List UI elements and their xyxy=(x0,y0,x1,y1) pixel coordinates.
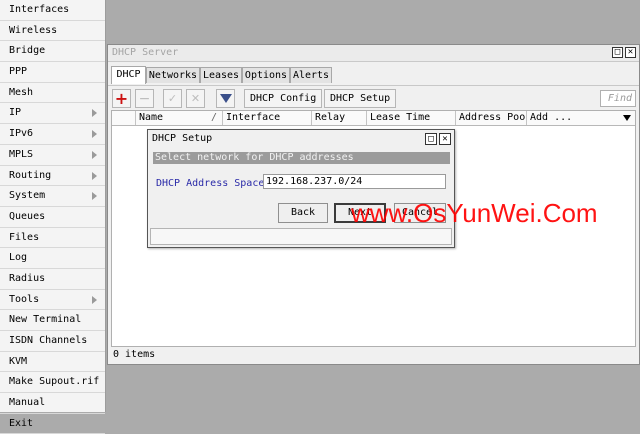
sidebar-item-kvm[interactable]: KVM xyxy=(0,352,105,373)
dhcp-config-button[interactable]: DHCP Config xyxy=(244,89,323,108)
sidebar-item-mpls[interactable]: MPLS xyxy=(0,145,105,166)
window-titlebar[interactable]: DHCP Server □ ✕ xyxy=(108,45,639,62)
submenu-arrow-icon xyxy=(92,130,97,139)
submenu-arrow-icon xyxy=(92,109,97,118)
status-bar: 0 items xyxy=(113,349,156,360)
column-menu-icon[interactable] xyxy=(623,115,631,121)
back-button[interactable]: Back xyxy=(278,203,328,223)
sidebar-item-make-supout-rif[interactable]: Make Supout.rif xyxy=(0,372,105,394)
submenu-arrow-icon xyxy=(92,192,97,201)
sidebar-item-ip[interactable]: IP xyxy=(0,103,105,125)
tab-options[interactable]: Options xyxy=(242,67,290,83)
sidebar-item-interfaces[interactable]: Interfaces xyxy=(0,0,105,21)
dialog-title: DHCP Setup xyxy=(152,133,213,144)
sidebar-item-bridge[interactable]: Bridge xyxy=(0,41,105,63)
check-icon: ✓ xyxy=(167,92,178,105)
tab-dhcp[interactable]: DHCP xyxy=(111,66,146,84)
submenu-arrow-icon xyxy=(92,171,97,180)
close-icon[interactable]: ✕ xyxy=(625,47,636,58)
sidebar-item-new-terminal[interactable]: New Terminal xyxy=(0,310,105,331)
dialog-titlebar[interactable]: DHCP Setup □ ✕ xyxy=(148,130,454,148)
remove-button[interactable]: − xyxy=(135,89,154,108)
sidebar-item-queues[interactable]: Queues xyxy=(0,207,105,228)
submenu-arrow-icon xyxy=(92,150,97,159)
dialog-close-icon[interactable]: ✕ xyxy=(439,133,451,145)
tab-leases[interactable]: Leases xyxy=(200,67,242,83)
window-title: DHCP Server xyxy=(112,47,179,58)
tab-alerts[interactable]: Alerts xyxy=(290,67,332,83)
step-instruction: Select network for DHCP addresses xyxy=(153,152,450,164)
address-space-input[interactable] xyxy=(263,174,446,189)
sort-indicator: / xyxy=(210,112,217,123)
sidebar-item-manual[interactable]: Manual xyxy=(0,393,105,414)
add-button[interactable]: + xyxy=(112,89,131,108)
watermark-text: www.OsYunWei.Com xyxy=(351,198,598,228)
sidebar-item-log[interactable]: Log xyxy=(0,248,105,269)
filter-button[interactable] xyxy=(216,89,235,108)
sidebar-item-wireless[interactable]: Wireless xyxy=(0,21,105,42)
minus-icon: − xyxy=(138,90,151,107)
x-icon: ✕ xyxy=(190,92,201,105)
sidebar-item-files[interactable]: Files xyxy=(0,228,105,249)
tab-networks[interactable]: Networks xyxy=(146,67,200,83)
dialog-restore-icon[interactable]: □ xyxy=(425,133,437,145)
sidebar-item-ppp[interactable]: PPP xyxy=(0,62,105,83)
dhcp-setup-button[interactable]: DHCP Setup xyxy=(324,89,397,108)
column-header-interface[interactable]: Interface xyxy=(223,111,312,125)
column-header-lease-time[interactable]: Lease Time xyxy=(367,111,456,125)
column-header-relay[interactable]: Relay xyxy=(312,111,367,125)
column-header-name[interactable]: Name / xyxy=(136,111,223,125)
column-header-address-pool[interactable]: Address Pool xyxy=(456,111,527,125)
table-header: Name / Interface Relay Lease Time Addres… xyxy=(112,111,635,126)
filter-icon xyxy=(219,94,232,103)
restore-icon[interactable]: □ xyxy=(612,47,623,58)
disable-button[interactable]: ✕ xyxy=(186,89,205,108)
sidebar-item-routing[interactable]: Routing xyxy=(0,166,105,187)
submenu-arrow-icon xyxy=(92,295,97,304)
plus-icon: + xyxy=(114,88,129,108)
toolbar: + − ✓ ✕ DHCP Config DHCP Setup Find xyxy=(108,85,639,110)
sidebar-item-radius[interactable]: Radius xyxy=(0,269,105,290)
sidebar-item-mesh[interactable]: Mesh xyxy=(0,83,105,104)
sidebar-item-ipv6[interactable]: IPv6 xyxy=(0,124,105,145)
sidebar-item-exit[interactable]: Exit xyxy=(0,414,105,434)
sidebar-menu: Interfaces Wireless Bridge PPP Mesh IP IPv6 MPL… xyxy=(0,0,106,434)
dialog-status-bar xyxy=(150,228,452,245)
column-header-blank xyxy=(112,111,136,125)
sidebar-item-isdn-channels[interactable]: ISDN Channels xyxy=(0,331,105,352)
sidebar-item-tools[interactable]: Tools xyxy=(0,290,105,311)
dhcp-setup-dialog: DHCP Setup □ ✕ Select network for DHCP a… xyxy=(147,129,455,248)
sidebar-item-system[interactable]: System xyxy=(0,186,105,207)
address-space-label: DHCP Address Space: xyxy=(156,178,271,189)
find-input[interactable]: Find xyxy=(600,90,636,107)
enable-button[interactable]: ✓ xyxy=(163,89,182,108)
column-header-add[interactable]: Add ... xyxy=(527,111,619,125)
